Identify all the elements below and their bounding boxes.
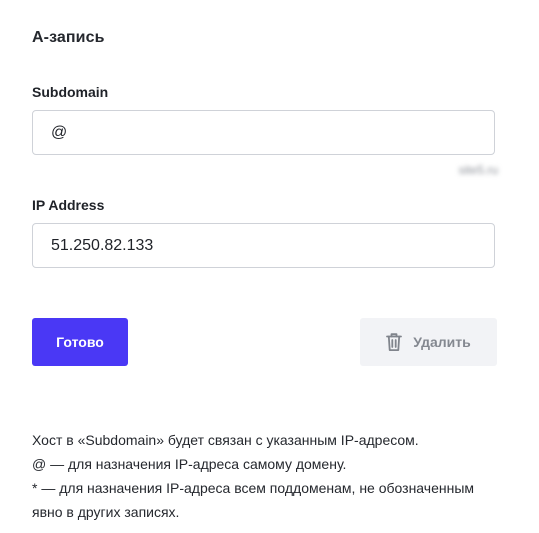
ip-address-label: IP Address bbox=[32, 197, 105, 213]
delete-button[interactable]: Удалить bbox=[360, 318, 497, 366]
help-line: @ — для назначения IP-адреса самому доме… bbox=[32, 456, 347, 472]
delete-button-label: Удалить bbox=[413, 334, 471, 350]
ip-address-input[interactable] bbox=[32, 223, 495, 268]
help-line: Хост в «Subdomain» будет связан с указан… bbox=[32, 432, 419, 448]
trash-icon bbox=[386, 332, 403, 352]
done-button[interactable]: Готово bbox=[32, 318, 128, 366]
subdomain-label: Subdomain bbox=[32, 84, 109, 100]
help-text: Хост в «Subdomain» будет связан с указан… bbox=[32, 428, 502, 524]
form-title: А-запись bbox=[32, 29, 105, 46]
subdomain-input[interactable] bbox=[32, 110, 495, 155]
help-line: * — для назначения IP-адреса всем поддом… bbox=[32, 480, 475, 520]
domain-hint: site5.ru bbox=[458, 163, 498, 177]
